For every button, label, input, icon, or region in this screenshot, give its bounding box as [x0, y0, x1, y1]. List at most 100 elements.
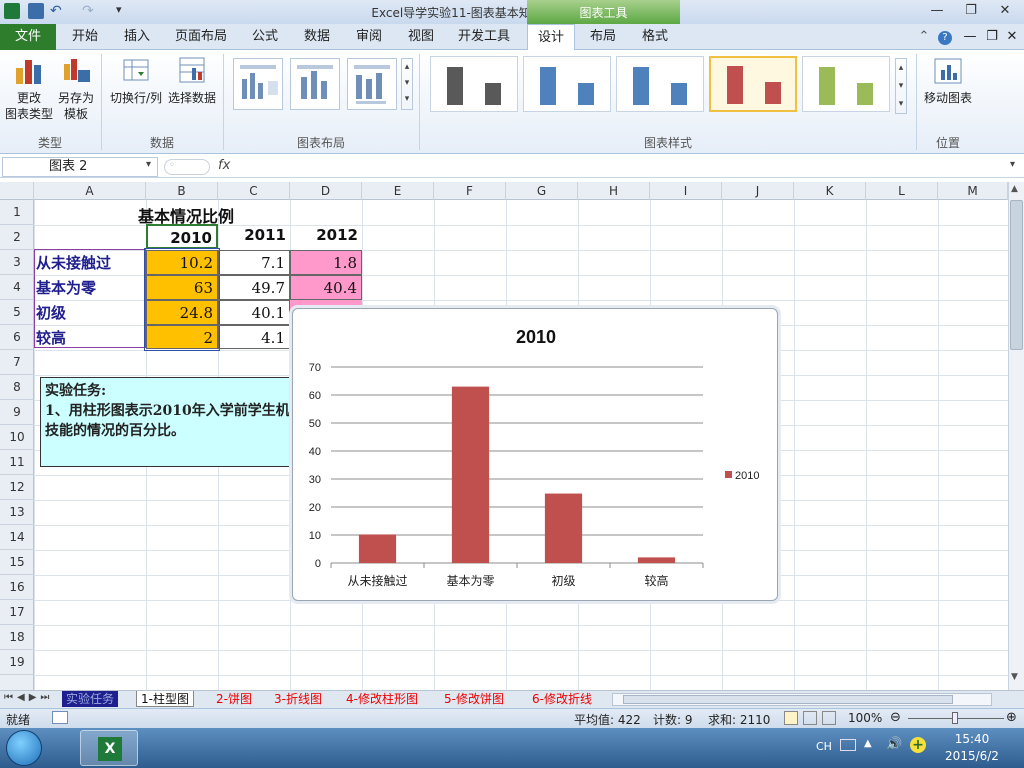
- clock-date[interactable]: 2015/6/2: [934, 749, 1010, 763]
- chart-style-blue[interactable]: [523, 56, 611, 112]
- chart-layout-3[interactable]: [347, 58, 397, 110]
- move-chart-button[interactable]: 移动图表: [920, 56, 976, 106]
- name-box[interactable]: 图表 2: [2, 157, 158, 177]
- macro-record-icon[interactable]: [52, 711, 68, 724]
- row-header[interactable]: 4: [0, 275, 34, 300]
- keyboard-icon[interactable]: [840, 739, 856, 751]
- page-break-view-icon[interactable]: [822, 711, 836, 725]
- horizontal-scroll-thumb[interactable]: [623, 695, 953, 704]
- row-header[interactable]: 6: [0, 325, 34, 350]
- horizontal-scrollbar[interactable]: [612, 693, 992, 706]
- row-header[interactable]: 8: [0, 375, 34, 400]
- row-header[interactable]: 19: [0, 650, 34, 675]
- value-cell[interactable]: 7.1: [218, 250, 290, 275]
- column-header[interactable]: H: [578, 182, 650, 200]
- chart-style-gray[interactable]: [430, 56, 518, 112]
- taskbar-excel-button[interactable]: X: [80, 730, 138, 766]
- sheet-tab[interactable]: 3-折线图: [270, 691, 326, 707]
- header-cell-2011[interactable]: 2011: [218, 226, 290, 244]
- switch-row-column-button[interactable]: 切换行/列: [106, 56, 166, 106]
- column-header[interactable]: J: [722, 182, 794, 200]
- column-header[interactable]: C: [218, 182, 290, 200]
- column-header[interactable]: M: [938, 182, 1008, 200]
- value-cell[interactable]: 40.4: [290, 275, 362, 300]
- row-header[interactable]: 12: [0, 475, 34, 500]
- value-cell[interactable]: 40.1: [218, 300, 290, 325]
- chart-layout-2[interactable]: [290, 58, 340, 110]
- row-header[interactable]: 16: [0, 575, 34, 600]
- tab-insert[interactable]: 插入: [112, 24, 162, 50]
- row-header[interactable]: 9: [0, 400, 34, 425]
- column-chart[interactable]: 2010 0 10 20 30 40 50 60 70 从未接触过 基本为零 初级 较高 2010: [292, 308, 778, 601]
- row-header[interactable]: 17: [0, 600, 34, 625]
- tray-expand-icon[interactable]: ▲: [864, 738, 872, 749]
- vertical-scroll-thumb[interactable]: [1010, 200, 1023, 350]
- row-header[interactable]: 5: [0, 300, 34, 325]
- zoom-in-icon[interactable]: ⊕: [1006, 710, 1017, 725]
- start-button-icon[interactable]: [6, 730, 42, 766]
- column-header[interactable]: B: [146, 182, 218, 200]
- row-header[interactable]: 11: [0, 450, 34, 475]
- value-cell[interactable]: 49.7: [218, 275, 290, 300]
- header-cell-2012[interactable]: 2012: [290, 226, 362, 244]
- sheet-tab[interactable]: 5-修改饼图: [440, 691, 508, 707]
- sheet-tab-active[interactable]: 1-柱型图: [136, 691, 194, 707]
- sheet-tab[interactable]: 6-修改折线: [528, 691, 596, 707]
- tab-home[interactable]: 开始: [60, 24, 110, 50]
- chart-style-green[interactable]: [802, 56, 890, 112]
- tab-review[interactable]: 审阅: [344, 24, 394, 50]
- column-header[interactable]: A: [34, 182, 146, 200]
- chart-style-blue-2[interactable]: [616, 56, 704, 112]
- chart-style-scroll[interactable]: ▴ ▾ ▾: [895, 58, 907, 114]
- column-header[interactable]: F: [434, 182, 506, 200]
- task-note-box[interactable]: 实验任务: 1、用柱形图表示2010年入学前学生机技能的情况的百分比。: [40, 377, 302, 467]
- tab-data[interactable]: 数据: [292, 24, 342, 50]
- column-header[interactable]: G: [506, 182, 578, 200]
- select-data-button[interactable]: 选择数据: [166, 56, 218, 106]
- tab-page-layout[interactable]: 页面布局: [168, 24, 234, 50]
- select-all-corner[interactable]: [0, 182, 34, 200]
- column-header[interactable]: D: [290, 182, 362, 200]
- clock-time[interactable]: 15:40: [940, 732, 1004, 746]
- page-layout-view-icon[interactable]: [803, 711, 817, 725]
- column-header[interactable]: E: [362, 182, 434, 200]
- formula-expand-icon[interactable]: ▾: [1010, 159, 1015, 170]
- sheet-tab[interactable]: 实验任务: [62, 691, 119, 707]
- tab-layout[interactable]: 布局: [580, 24, 626, 50]
- zoom-level[interactable]: 100%: [848, 711, 882, 725]
- help-icon[interactable]: ?: [936, 24, 954, 50]
- value-cell[interactable]: 4.1: [218, 325, 290, 349]
- tab-developer[interactable]: 开发工具: [450, 24, 518, 50]
- chart-layout-scroll[interactable]: ▴ ▾ ▾: [401, 58, 413, 110]
- sheet-tab[interactable]: 2-饼图: [212, 691, 256, 707]
- restore-button[interactable]: ❐: [958, 2, 984, 20]
- row-header[interactable]: 7: [0, 350, 34, 375]
- tray-app-icon[interactable]: +: [910, 737, 926, 753]
- zoom-out-icon[interactable]: ⊖: [890, 710, 901, 725]
- tab-design[interactable]: 设计: [527, 24, 575, 51]
- minimize-ribbon-icon[interactable]: ⌃: [916, 24, 932, 50]
- ime-indicator[interactable]: CH: [816, 740, 832, 753]
- volume-icon[interactable]: 🔊: [886, 737, 902, 752]
- row-header[interactable]: 15: [0, 550, 34, 575]
- sheet-nav-icons[interactable]: ⏮◀▶⏭: [4, 692, 53, 703]
- formula-input[interactable]: [236, 157, 1006, 177]
- scroll-down-icon[interactable]: ▼: [1011, 672, 1018, 682]
- insert-function-icon[interactable]: fx: [218, 158, 230, 173]
- zoom-slider-thumb[interactable]: [952, 712, 958, 724]
- tab-format[interactable]: 格式: [630, 24, 680, 50]
- value-cell[interactable]: 1.8: [290, 250, 362, 275]
- save-as-template-button[interactable]: 另存为 模板: [56, 56, 96, 122]
- scroll-up-icon[interactable]: ▲: [1011, 184, 1018, 194]
- change-chart-type-button[interactable]: 更改 图表类型: [4, 56, 54, 122]
- tab-file[interactable]: 文件: [0, 24, 56, 50]
- column-header[interactable]: L: [866, 182, 938, 200]
- minimize-button[interactable]: —: [924, 2, 950, 20]
- doc-close-button[interactable]: ✕: [1004, 24, 1020, 50]
- row-header[interactable]: 13: [0, 500, 34, 525]
- name-box-dropdown-icon[interactable]: ▾: [146, 159, 151, 170]
- chart-style-red-selected[interactable]: [709, 56, 797, 112]
- close-button[interactable]: ✕: [992, 2, 1018, 20]
- header-cell-2010[interactable]: 2010: [146, 224, 218, 249]
- tab-formulas[interactable]: 公式: [240, 24, 290, 50]
